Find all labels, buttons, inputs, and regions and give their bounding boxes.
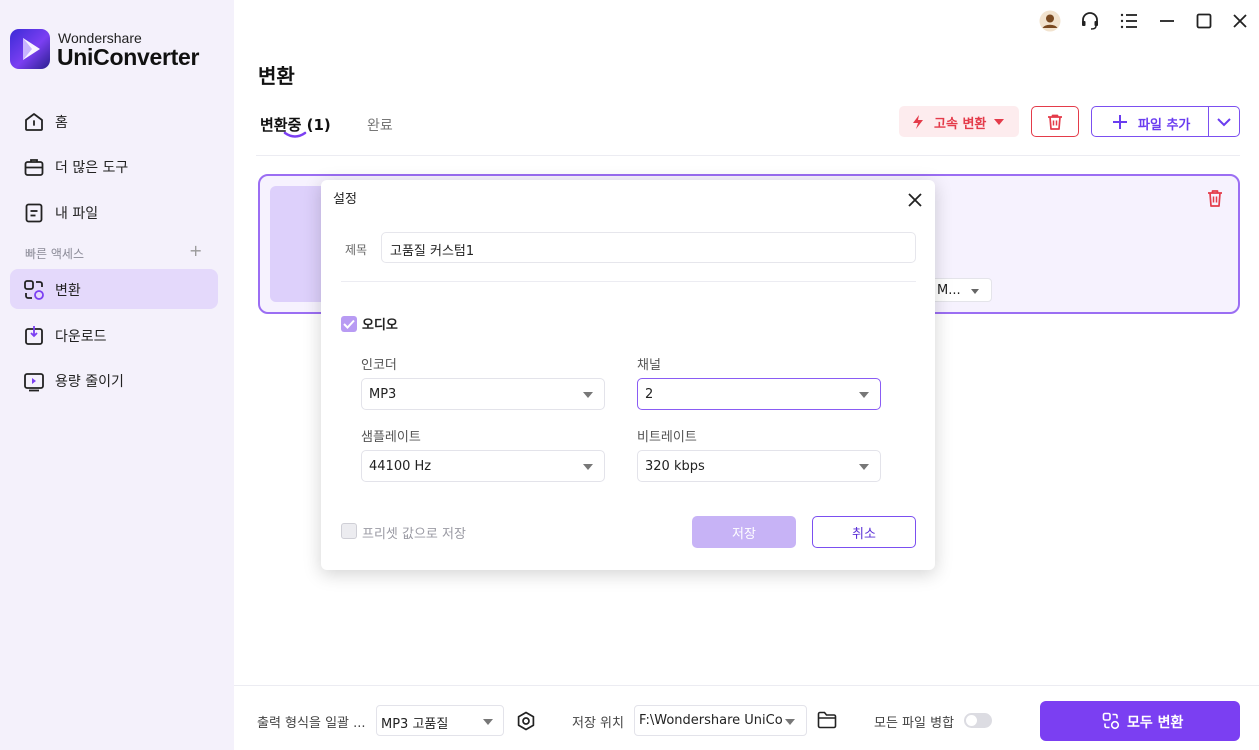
sample-rate-select[interactable]: 44100 Hz xyxy=(361,450,605,482)
minimize-icon[interactable] xyxy=(1156,10,1178,32)
maximize-icon[interactable] xyxy=(1193,10,1215,32)
quick-access-add-button[interactable]: + xyxy=(189,243,202,259)
merge-files-label: 모든 파일 병합 xyxy=(874,716,955,731)
settings-gear-icon[interactable] xyxy=(516,711,536,731)
save-as-preset-label: 프리셋 값으로 저장 xyxy=(362,527,466,542)
support-headset-icon[interactable] xyxy=(1079,10,1101,32)
convert-icon xyxy=(24,280,44,300)
save-button-label: 저장 xyxy=(732,527,756,542)
tab-done[interactable]: 완료 xyxy=(367,115,393,135)
download-icon xyxy=(25,326,43,345)
chevron-down-icon xyxy=(583,392,593,398)
delete-all-button[interactable] xyxy=(1031,106,1079,137)
save-location-label: 저장 위치 xyxy=(572,716,624,731)
channel-value: 2 xyxy=(645,387,654,402)
sidebar-item-label: 용량 줄이기 xyxy=(55,374,124,390)
plus-icon xyxy=(1113,115,1127,129)
folder-icon[interactable] xyxy=(817,711,837,729)
sidebar-item-label: 더 많은 도구 xyxy=(55,160,129,176)
sidebar-item-compress[interactable]: 용량 줄이기 xyxy=(10,360,218,400)
trash-icon[interactable] xyxy=(1206,188,1224,208)
sidebar-item-home[interactable]: 홈 xyxy=(10,101,218,141)
save-location-value: F:\Wondershare UniCo xyxy=(639,713,783,728)
add-file-label: 파일 추가 xyxy=(1138,118,1191,133)
fast-convert-button[interactable]: 고속 변환 xyxy=(899,106,1019,137)
bitrate-label: 비트레이트 xyxy=(637,430,697,445)
sidebar-item-download[interactable]: 다운로드 xyxy=(10,315,218,355)
settings-dialog: 설정 제목 고품질 커스텀1 오디오 인코더 MP3 채널 2 샘플레이트 44… xyxy=(321,180,935,570)
convert-all-label: 모두 변환 xyxy=(1127,715,1184,731)
fast-convert-label: 고속 변환 xyxy=(934,117,987,132)
checkmark-icon xyxy=(343,319,355,329)
sidebar-item-label: 홈 xyxy=(55,115,68,131)
chevron-down-icon xyxy=(483,719,493,725)
header-divider xyxy=(256,155,1240,156)
account-avatar-icon[interactable] xyxy=(1039,10,1061,32)
cancel-button[interactable]: 취소 xyxy=(812,516,916,548)
audio-section-label: 오디오 xyxy=(362,318,398,333)
channel-label: 채널 xyxy=(637,358,661,373)
page-title: 변환 xyxy=(258,64,295,88)
sidebar-item-label: 내 파일 xyxy=(55,206,99,222)
preset-name-input[interactable]: 고품질 커스텀1 xyxy=(381,232,916,263)
chevron-down-icon xyxy=(971,289,979,294)
encoder-select[interactable]: MP3 xyxy=(361,378,605,410)
toolbox-icon xyxy=(24,159,44,176)
bottom-bar: 출력 형식을 일괄 ... MP3 고품질 저장 위치 F:\Wondersha… xyxy=(234,685,1259,750)
lightning-icon xyxy=(913,115,923,129)
sidebar-item-more-tools[interactable]: 더 많은 도구 xyxy=(10,146,218,186)
chevron-down-icon xyxy=(785,719,795,725)
sample-rate-label: 샘플레이트 xyxy=(361,430,421,445)
dialog-divider xyxy=(341,281,916,282)
chevron-down-icon xyxy=(859,392,869,398)
output-format-select[interactable]: MP3 고품질 xyxy=(376,705,504,736)
save-location-select[interactable]: F:\Wondershare UniCo xyxy=(634,705,807,736)
sample-rate-value: 44100 Hz xyxy=(369,459,432,474)
uniconverter-logo-icon xyxy=(10,29,50,69)
bitrate-value: 320 kbps xyxy=(645,459,705,474)
tab-active-indicator xyxy=(283,131,307,138)
close-window-icon[interactable] xyxy=(1229,10,1251,32)
save-as-preset-checkbox[interactable] xyxy=(341,523,357,539)
sidebar-item-convert[interactable]: 변환 xyxy=(10,269,218,309)
chevron-down-icon xyxy=(994,119,1004,125)
sidebar-item-label: 다운로드 xyxy=(55,329,107,345)
sidebar: Wondershare UniConverter 홈 더 많은 도구 내 파일 … xyxy=(0,0,234,750)
close-icon[interactable] xyxy=(907,192,923,208)
audio-checkbox[interactable] xyxy=(341,316,357,332)
menu-icon[interactable] xyxy=(1118,10,1140,32)
channel-select[interactable]: 2 xyxy=(637,378,881,410)
encoder-label: 인코더 xyxy=(361,358,397,373)
convert-icon xyxy=(1102,712,1120,730)
bitrate-select[interactable]: 320 kbps xyxy=(637,450,881,482)
home-icon xyxy=(25,113,43,131)
merge-files-toggle[interactable] xyxy=(964,713,992,728)
file-icon xyxy=(25,203,43,223)
chevron-down-icon xyxy=(583,464,593,470)
chevron-down-icon xyxy=(1217,118,1231,127)
output-format-label: 출력 형식을 일괄 ... xyxy=(257,716,366,731)
compress-icon xyxy=(24,373,44,392)
add-file-button[interactable]: 파일 추가 xyxy=(1091,106,1209,137)
convert-all-button[interactable]: 모두 변환 xyxy=(1040,701,1240,741)
chevron-down-icon xyxy=(859,464,869,470)
sidebar-item-my-files[interactable]: 내 파일 xyxy=(10,192,218,232)
brand-product: UniConverter xyxy=(57,44,200,70)
save-button[interactable]: 저장 xyxy=(692,516,796,548)
encoder-value: MP3 xyxy=(369,387,397,402)
file-format-select[interactable]: M... xyxy=(930,278,992,302)
dialog-title: 설정 xyxy=(333,192,357,207)
cancel-button-label: 취소 xyxy=(852,527,876,542)
output-format-value: MP3 고품질 xyxy=(381,717,449,732)
quick-access-label: 빠른 액세스 xyxy=(25,247,85,261)
preset-name-label: 제목 xyxy=(345,243,368,257)
add-file-dropdown-button[interactable] xyxy=(1208,106,1240,137)
trash-icon xyxy=(1048,114,1062,130)
sidebar-item-label: 변환 xyxy=(55,283,81,299)
file-format-value: M... xyxy=(937,283,961,298)
